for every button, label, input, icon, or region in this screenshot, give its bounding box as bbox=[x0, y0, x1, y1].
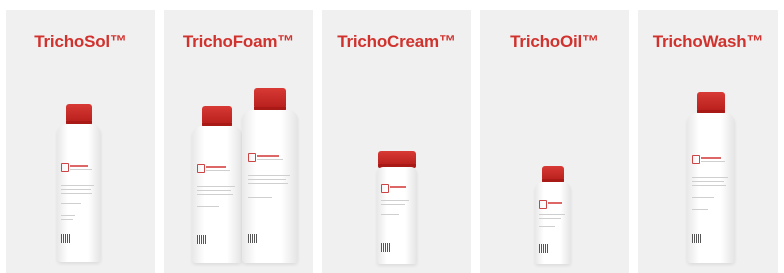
product-title: TrichoOil™ bbox=[510, 32, 599, 51]
small-bottle-icon bbox=[535, 166, 571, 264]
bottle-icon bbox=[242, 88, 298, 263]
product-card-trichofoam[interactable]: TrichoFoam™ bbox=[164, 10, 313, 273]
product-card-trichooil[interactable]: TrichoOil™ bbox=[480, 10, 629, 273]
product-title: TrichoCream™ bbox=[337, 32, 456, 51]
product-title: TrichoSol™ bbox=[34, 32, 127, 51]
bottle-icon bbox=[57, 104, 101, 262]
product-card-trichocream[interactable]: TrichoCream™ bbox=[322, 10, 471, 273]
product-title: TrichoFoam™ bbox=[182, 32, 295, 51]
bottle-icon bbox=[687, 92, 735, 263]
product-grid: TrichoSol™ TrichoFoam™ TrichoCream™ Tric… bbox=[0, 0, 784, 273]
product-card-trichowash[interactable]: TrichoWash™ bbox=[638, 10, 778, 273]
product-card-trichosol[interactable]: TrichoSol™ bbox=[6, 10, 155, 273]
bottle-icon bbox=[192, 106, 242, 263]
jar-icon bbox=[377, 151, 417, 264]
product-title: TrichoWash™ bbox=[652, 32, 764, 51]
